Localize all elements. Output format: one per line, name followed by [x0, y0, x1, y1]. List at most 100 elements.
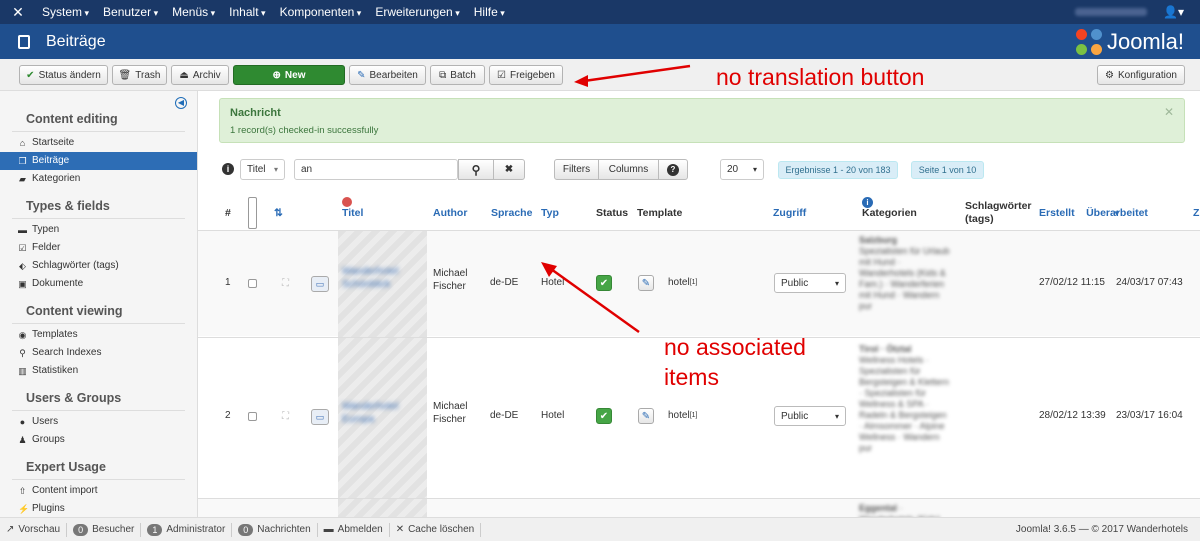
row-number: 1 [225, 277, 231, 288]
categories-blurred: Eggental · Wanderhotels (Kids) [859, 503, 940, 517]
alert-message: 1 record(s) checked-in successfully [230, 125, 379, 136]
drag-handle-icon[interactable]: ⛶ [282, 411, 289, 422]
help-button[interactable]: ? [658, 159, 688, 180]
collapse-sidebar-icon[interactable]: ◀ [175, 97, 187, 109]
visitors-label: Besucher [92, 524, 135, 535]
access-select[interactable]: Public ▾ [774, 406, 846, 426]
admins-indicator: 1 Administrator [141, 522, 233, 537]
chevron-down-icon: ▾ [752, 165, 757, 174]
menu-komponenten[interactable]: Komponenten [274, 5, 370, 19]
sidebar-item-search-indexes[interactable]: ⚲ Search Indexes [0, 344, 197, 362]
row-language: de-DE [490, 410, 519, 421]
row-checkbox[interactable] [248, 412, 257, 421]
status-toggle[interactable]: ✔ [596, 408, 612, 424]
drag-handle-icon[interactable]: ⛶ [282, 278, 289, 289]
row-checkbox[interactable] [248, 279, 257, 288]
edit-button[interactable]: ✎ Bearbeiten [349, 65, 426, 85]
sidebar-item-content-import[interactable]: ⇧ Content import [0, 482, 197, 500]
sidebar-item-typen[interactable]: ▬ Typen [0, 221, 197, 239]
messages-indicator[interactable]: 0 Nachrichten [232, 522, 318, 537]
preview-button[interactable]: ▭ [311, 276, 329, 292]
limit-select[interactable]: 20 ▾ [720, 159, 764, 180]
menu-menus[interactable]: Menüs [166, 5, 223, 19]
preview-button[interactable]: ▭ [311, 409, 329, 425]
archive-icon: ⏏ [179, 69, 189, 81]
chevron-down-icon: ▾ [273, 165, 278, 174]
col-next[interactable]: Z [1193, 197, 1199, 229]
sidebar-item-dokumente[interactable]: ▣ Dokumente [0, 275, 197, 293]
clear-search-button[interactable]: ✖ [493, 159, 525, 180]
row-template: hotel [1] [668, 277, 697, 288]
messages-count: 0 [238, 523, 254, 536]
menu-benutzer[interactable]: Benutzer [97, 5, 166, 19]
publish-button[interactable]: ☑ Freigeben [489, 65, 563, 85]
article-title-link[interactable]: Wanderhotel Europa [342, 400, 422, 426]
sidebar-item-startseite[interactable]: ⌂ Startseite [0, 134, 197, 152]
sidebar-item-label: Felder [32, 242, 61, 253]
chart-icon: ▥ [18, 366, 27, 376]
batch-button[interactable]: ⧉ Batch [430, 65, 485, 85]
logout-link[interactable]: ▬ Abmelden [318, 522, 390, 537]
search-input[interactable]: an [294, 159, 458, 180]
access-select[interactable]: Public ▾ [774, 273, 846, 293]
sidebar-item-users[interactable]: ● Users [0, 413, 197, 431]
trash-button[interactable]: 🗑 Trash [112, 65, 167, 85]
menu-hilfe[interactable]: Hilfe [468, 5, 513, 19]
sidebar-item-label: Templates [32, 329, 78, 340]
menu-system[interactable]: System [36, 5, 97, 19]
site-name-blurred[interactable] [1075, 8, 1148, 16]
col-language[interactable]: Sprache [491, 197, 532, 229]
joomla-logo-icon[interactable]: ✕ [0, 4, 36, 21]
template-name: hotel [668, 410, 690, 421]
search-button[interactable]: ⚲ [458, 159, 494, 180]
row-author[interactable]: Michael Fischer [433, 267, 483, 293]
columns-button[interactable]: Columns [598, 159, 659, 180]
folder-icon: ▰ [19, 174, 26, 184]
search-icon: ⚲ [471, 162, 481, 177]
access-value: Public [781, 410, 809, 422]
info-icon[interactable]: i [222, 163, 234, 175]
joomla-flower-icon [1075, 28, 1102, 55]
sidebar-item-label: Content import [32, 485, 98, 496]
menu-erweiterungen[interactable]: Erweiterungen [369, 5, 467, 19]
configuration-label: Konfiguration [1118, 69, 1177, 81]
filters-button[interactable]: Filters [554, 159, 599, 180]
new-button[interactable]: ⊕ New [233, 65, 345, 85]
user-menu-icon[interactable]: 👤▾ [1163, 5, 1184, 19]
sidebar-item-plugins[interactable]: ⚡ Plugins [0, 500, 197, 517]
edit-icon: ✎ [357, 69, 366, 81]
close-icon[interactable]: ✕ [1164, 105, 1174, 119]
sidebar-item-felder[interactable]: ☑ Felder [0, 239, 197, 257]
menu-inhalt[interactable]: Inhalt [223, 5, 273, 19]
preview-link[interactable]: ↗ Vorschau [0, 522, 68, 537]
annotation-no-associated: no associated items [664, 332, 806, 392]
col-type[interactable]: Typ [541, 197, 559, 229]
row-author[interactable]: Michael Fischer [433, 400, 483, 426]
sidebar-item-beitraege[interactable]: ❐ Beiträge [0, 152, 197, 170]
ordering-icon[interactable]: ⇅ [274, 197, 283, 229]
success-alert: Nachricht 1 record(s) checked-in success… [219, 98, 1185, 143]
configuration-button[interactable]: ⚙ Konfiguration [1097, 65, 1185, 85]
plus-circle-icon: ⊕ [272, 69, 281, 81]
sidebar-item-tags[interactable]: ⬖ Schlagwörter (tags) [0, 257, 197, 275]
edit-icon: ✎ [638, 408, 654, 424]
sidebar-item-kategorien[interactable]: ▰ Kategorien [0, 170, 197, 188]
sidebar-item-templates[interactable]: ◉ Templates [0, 326, 197, 344]
sidebar: ◀ Content editing ⌂ Startseite ❐ Beiträge … [0, 91, 198, 517]
clear-cache-link[interactable]: ✕ Cache löschen [390, 522, 482, 537]
close-icon: ✖ [504, 164, 514, 175]
monitor-icon: ▭ [311, 276, 329, 292]
template-edit-button[interactable]: ✎ [638, 408, 654, 424]
article-title-link[interactable]: Wanderhotel Schönblick [342, 265, 422, 291]
col-access[interactable]: Zugriff [773, 197, 806, 229]
archive-button[interactable]: ⏏ Archiv [171, 65, 229, 85]
search-field-select[interactable]: Titel ▾ [240, 159, 285, 180]
sidebar-item-groups[interactable]: ♟ Groups [0, 431, 197, 449]
sidebar-item-statistiken[interactable]: ▥ Statistiken [0, 362, 197, 380]
categories-blurred: Tirol · Ötztal Wellness Hotels · Speziali… [859, 344, 950, 453]
row-type: Hotel [541, 410, 565, 421]
status-change-button[interactable]: ✔ Status ändern [19, 65, 108, 85]
col-created[interactable]: Erstellt [1039, 197, 1075, 229]
eye-icon: ◉ [18, 330, 27, 340]
col-author[interactable]: Author [433, 197, 467, 229]
